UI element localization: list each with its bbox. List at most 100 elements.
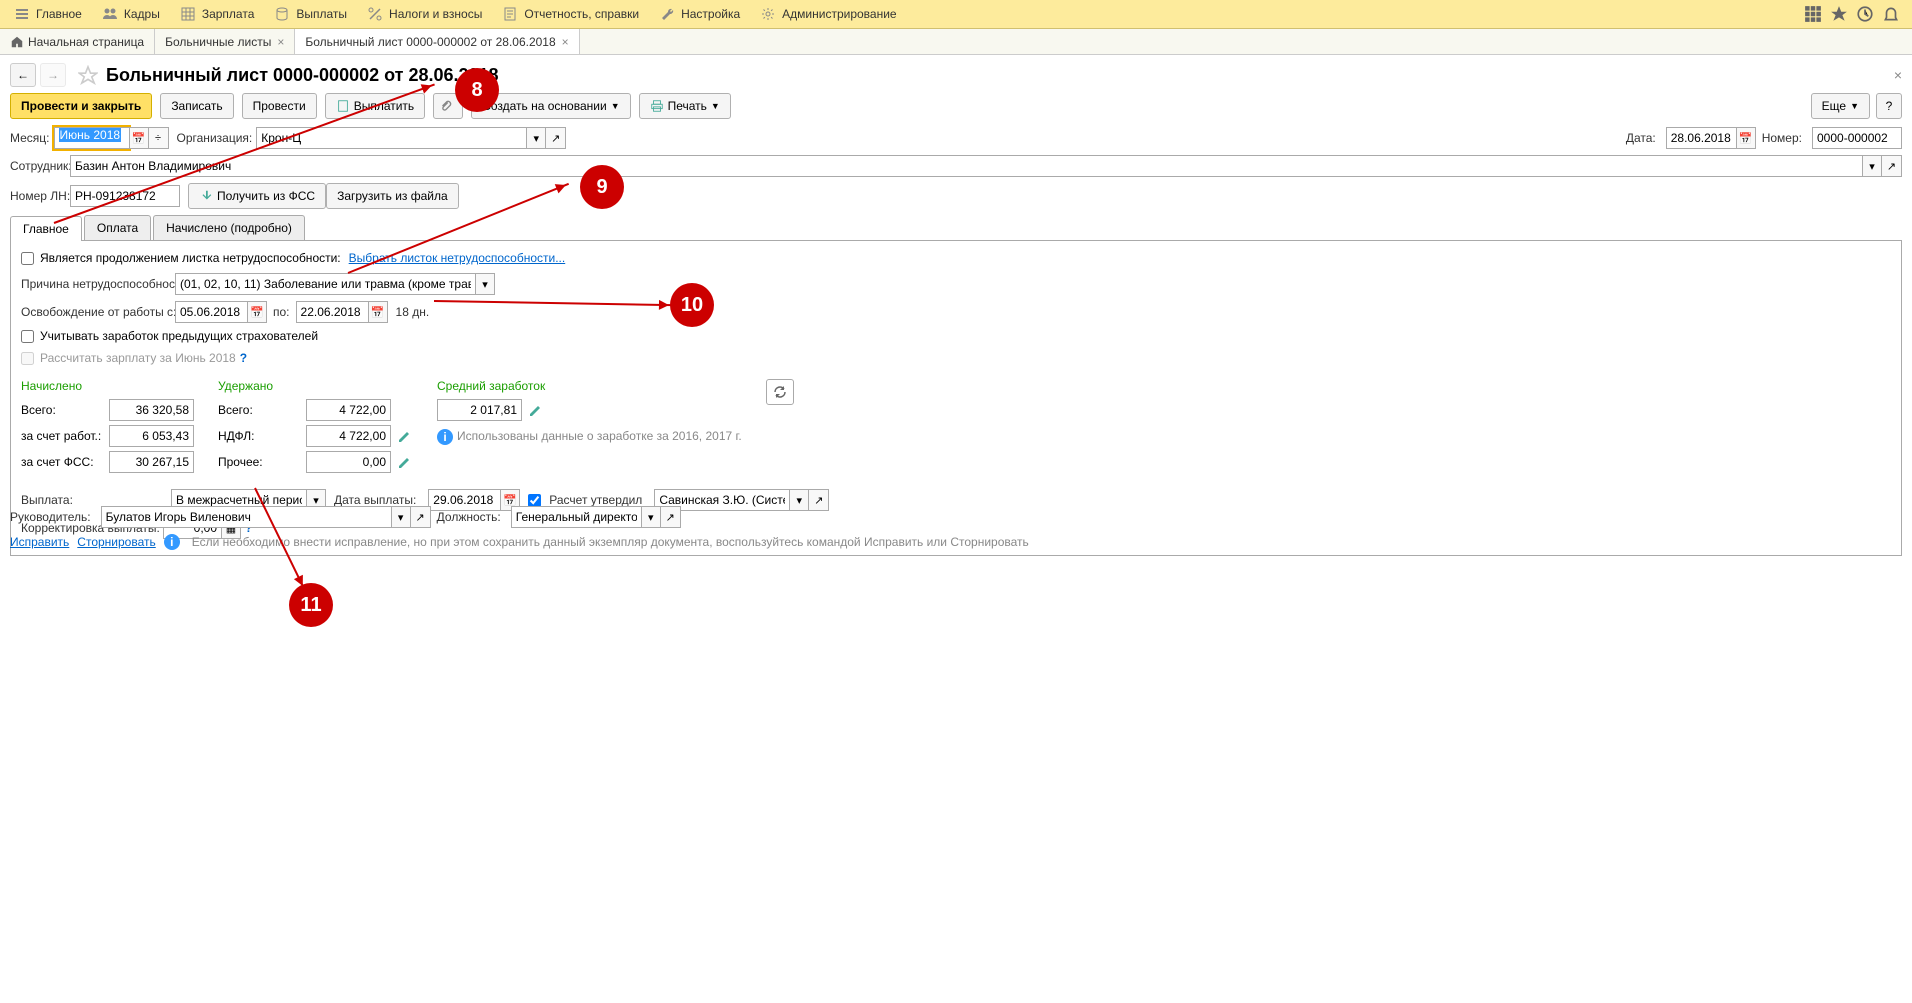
accrued-employer[interactable] <box>109 425 194 447</box>
annotation-marker-9: 9 <box>580 165 624 209</box>
annotation-marker-10: 10 <box>670 283 714 327</box>
print-button[interactable]: Печать▼ <box>639 93 731 119</box>
history-icon[interactable] <box>1856 5 1874 23</box>
edit-icon[interactable] <box>397 454 413 470</box>
toolbar: Провести и закрыть Записать Провести Вып… <box>0 93 1912 127</box>
apps-icon[interactable] <box>1804 5 1822 23</box>
tab-main[interactable]: Главное <box>10 216 82 241</box>
edit-icon[interactable] <box>528 402 544 418</box>
fix-link[interactable]: Исправить <box>10 535 69 549</box>
number-label: Номер: <box>1762 131 1802 145</box>
menu-otchet[interactable]: Отчетность, справки <box>492 0 649 29</box>
menu-nalogi[interactable]: Налоги и взносы <box>357 0 492 29</box>
dropdown-icon[interactable]: ▾ <box>391 506 411 528</box>
tab-pay[interactable]: Оплата <box>84 215 151 240</box>
accrued-fss[interactable] <box>109 451 194 473</box>
menu-zarplata[interactable]: Зарплата <box>170 0 265 29</box>
date-to-input[interactable] <box>296 301 368 323</box>
calendar-icon[interactable]: 📅 <box>129 127 149 149</box>
menu-settings[interactable]: Настройка <box>649 0 750 29</box>
page-title: Больничный лист 0000-000002 от 28.06.201… <box>106 65 499 86</box>
tab-doc[interactable]: Больничный лист 0000-000002 от 28.06.201… <box>295 29 579 54</box>
more-button[interactable]: Еще▼ <box>1811 93 1870 119</box>
bell-icon[interactable] <box>1882 5 1900 23</box>
info-icon: i <box>164 534 180 550</box>
table-icon <box>180 6 196 22</box>
download-icon <box>199 189 213 203</box>
coins-icon <box>274 6 290 22</box>
org-label: Организация: <box>177 131 253 145</box>
menu-vyplaty[interactable]: Выплаты <box>264 0 357 29</box>
percent-icon <box>367 6 383 22</box>
date-input[interactable] <box>1666 127 1736 149</box>
days-label: 18 дн. <box>396 305 430 319</box>
menu-kadry[interactable]: Кадры <box>92 0 170 29</box>
calendar-icon[interactable]: 📅 <box>368 301 388 323</box>
close-icon[interactable]: × <box>277 35 284 49</box>
date-from-input[interactable] <box>175 301 247 323</box>
tab-list[interactable]: Больничные листы× <box>155 29 295 54</box>
ndfl[interactable] <box>306 425 391 447</box>
menu-icon <box>14 6 30 22</box>
to-label: по: <box>273 305 290 319</box>
annotation-marker-11: 11 <box>289 583 333 627</box>
is-continuation-checkbox[interactable] <box>21 252 34 265</box>
withheld-heading: Удержано <box>218 379 413 393</box>
dropdown-icon[interactable]: ▾ <box>1862 155 1882 177</box>
withheld-total[interactable] <box>306 399 391 421</box>
reason-label: Причина нетрудоспособности: <box>21 277 171 291</box>
forward-button[interactable]: → <box>40 63 66 87</box>
refresh-button[interactable] <box>766 379 794 405</box>
dropdown-icon[interactable]: ▾ <box>526 127 546 149</box>
doc-icon <box>502 6 518 22</box>
favorite-toggle[interactable] <box>76 63 100 87</box>
recalc-checkbox <box>21 352 34 365</box>
get-fss-button[interactable]: Получить из ФСС <box>188 183 326 209</box>
back-button[interactable]: ← <box>10 63 36 87</box>
close-doc-button[interactable]: × <box>1894 67 1902 83</box>
prev-insurers-checkbox[interactable] <box>21 330 34 343</box>
release-from-label: Освобождение от работы с: <box>21 305 171 319</box>
tab-calc[interactable]: Начислено (подробно) <box>153 215 305 240</box>
other[interactable] <box>306 451 391 473</box>
reverse-link[interactable]: Сторнировать <box>77 535 155 549</box>
dropdown-icon[interactable]: ▾ <box>641 506 661 528</box>
avg-heading: Средний заработок <box>437 379 742 393</box>
home-icon <box>10 35 24 49</box>
employee-input[interactable] <box>70 155 1862 177</box>
menu-main[interactable]: Главное <box>4 0 92 29</box>
month-input[interactable]: Июнь 2018 <box>54 127 129 149</box>
calendar-icon[interactable]: 📅 <box>247 301 267 323</box>
dropdown-icon[interactable]: ▾ <box>475 273 495 295</box>
head-input[interactable] <box>101 506 391 528</box>
post-button[interactable]: Провести <box>242 93 317 119</box>
load-file-button[interactable]: Загрузить из файла <box>326 183 459 209</box>
refresh-icon <box>772 384 788 400</box>
open-icon[interactable]: ↗ <box>661 506 681 528</box>
tab-start[interactable]: Начальная страница <box>0 29 155 54</box>
help-button[interactable]: ? <box>1876 93 1902 119</box>
post-close-button[interactable]: Провести и закрыть <box>10 93 152 119</box>
reason-input[interactable] <box>175 273 475 295</box>
stepper-icon[interactable]: ÷ <box>149 127 169 149</box>
number-input[interactable] <box>1812 127 1902 149</box>
avg-input[interactable] <box>437 399 522 421</box>
footer-hint: Если необходимо внести исправление, но п… <box>192 535 1029 549</box>
open-icon[interactable]: ↗ <box>1882 155 1902 177</box>
save-button[interactable]: Записать <box>160 93 233 119</box>
ln-label: Номер ЛН: <box>10 189 66 203</box>
calendar-icon[interactable]: 📅 <box>1736 127 1756 149</box>
open-icon[interactable]: ↗ <box>411 506 431 528</box>
info-text: Использованы данные о заработке за 2016,… <box>457 429 742 443</box>
edit-icon[interactable] <box>397 428 413 444</box>
position-input[interactable] <box>511 506 641 528</box>
org-input[interactable] <box>256 127 526 149</box>
star-icon[interactable] <box>1830 5 1848 23</box>
close-icon[interactable]: × <box>562 35 569 49</box>
accrued-total[interactable] <box>109 399 194 421</box>
page-tabs: Начальная страница Больничные листы× Бол… <box>0 29 1912 55</box>
menu-admin[interactable]: Администрирование <box>750 0 906 29</box>
help-icon[interactable]: ? <box>240 351 247 365</box>
open-icon[interactable]: ↗ <box>546 127 566 149</box>
people-icon <box>102 6 118 22</box>
